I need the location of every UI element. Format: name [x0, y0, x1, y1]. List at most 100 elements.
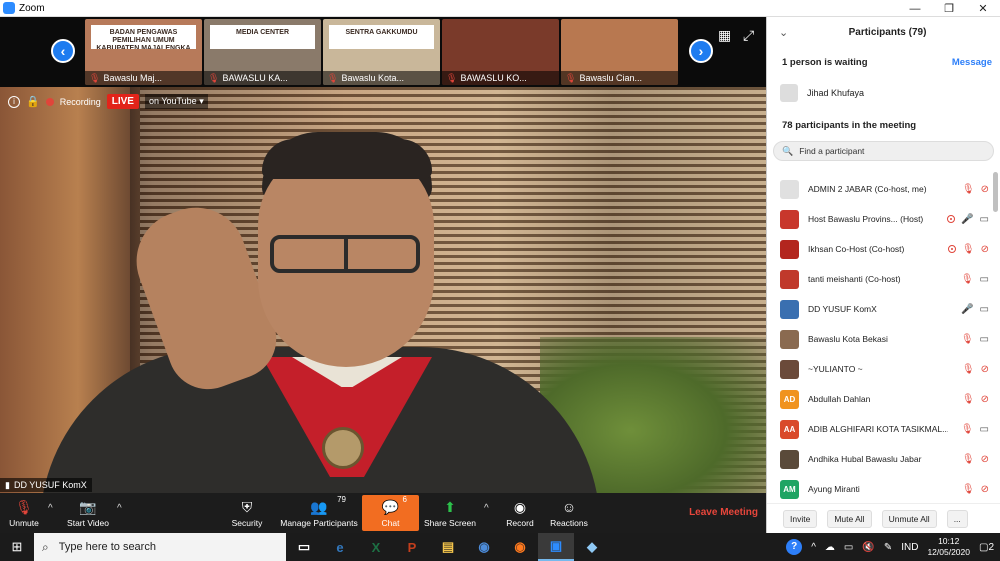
message-waiting-button[interactable]: Message: [952, 57, 992, 68]
leave-meeting-button[interactable]: Leave Meeting: [689, 507, 758, 518]
participant-search-input[interactable]: 🔍 Find a participant: [773, 141, 994, 161]
video-off-icon[interactable]: ⊘: [981, 484, 989, 495]
zoom-icon[interactable]: ▣: [538, 533, 574, 561]
chrome-icon[interactable]: ◉: [466, 533, 502, 561]
video-off-icon[interactable]: ⊘: [981, 394, 989, 405]
video-icon[interactable]: ▭: [980, 424, 989, 435]
participant-row[interactable]: ADMIN 2 JABAR (Co-host, me) 🎙 ⊘: [767, 174, 993, 204]
participant-thumbnail[interactable]: MEDIA CENTER 🎙 BAWASLU KA...: [204, 19, 321, 85]
participant-row[interactable]: AM Ayung Miranti 🎙 ⊘: [767, 474, 993, 504]
participant-row[interactable]: AD Abdullah Dahlan 🎙 ⊘: [767, 384, 993, 414]
gallery-prev-button[interactable]: ‹: [51, 39, 75, 63]
title-bar: Zoom — ❐ ✕: [0, 0, 1000, 17]
chat-button[interactable]: 💬 6 Chat: [362, 495, 419, 531]
excel-icon[interactable]: X: [358, 533, 394, 561]
window-title: Zoom: [19, 2, 45, 14]
security-button[interactable]: ⛨ Security: [228, 495, 266, 531]
muted-mic-icon: 🎙: [89, 73, 101, 83]
maximize-button[interactable]: ❐: [932, 0, 966, 17]
unmute-all-button[interactable]: Unmute All: [881, 509, 937, 528]
participant-row[interactable]: tanti meishanti (Co-host) 🎙 ▭: [767, 264, 993, 294]
help-icon[interactable]: ?: [786, 539, 803, 555]
mute-all-button[interactable]: Mute All: [827, 509, 872, 528]
participant-thumbnail[interactable]: 🎙 Bawaslu Cian...: [561, 19, 678, 85]
participant-thumbnail[interactable]: 🎙 BAWASLU KO...: [442, 19, 559, 85]
close-button[interactable]: ✕: [966, 0, 1000, 17]
manage-participants-button[interactable]: 👥 79 Manage Participants: [278, 495, 360, 531]
participant-row[interactable]: DD YUSUF KomX 🎤 ▭: [767, 294, 993, 324]
muted-mic-icon[interactable]: 🎙: [962, 394, 975, 405]
participant-row[interactable]: Ikhsan Co-Host (Co-host) 🎙 ⊘: [767, 234, 993, 264]
reactions-button[interactable]: ☺ Reactions: [548, 495, 590, 531]
windows-start-icon[interactable]: ⊞: [0, 533, 34, 561]
video-icon[interactable]: ▭: [980, 304, 989, 315]
video-off-icon[interactable]: ⊘: [981, 364, 989, 375]
encryption-lock-icon[interactable]: 🔒: [26, 95, 40, 108]
powerpoint-icon[interactable]: P: [394, 533, 430, 561]
search-icon: 🔍: [782, 145, 794, 156]
share-screen-button[interactable]: ⬆ Share Screen: [424, 495, 476, 531]
participant-name: ADMIN 2 JABAR (Co-host, me): [808, 184, 927, 194]
clock[interactable]: 10:12 12/05/2020: [927, 536, 970, 558]
share-options-chevron-icon[interactable]: ^: [484, 503, 489, 514]
video-off-icon[interactable]: ⊘: [981, 244, 989, 255]
muted-mic-icon[interactable]: 🎙: [961, 424, 974, 435]
collapse-panel-chevron-icon[interactable]: ⌄: [779, 26, 788, 39]
battery-icon[interactable]: ▭: [844, 542, 853, 553]
recording-label: Recording: [59, 96, 101, 107]
participant-row[interactable]: ~YULIANTO ~ 🎙 ⊘: [767, 354, 993, 384]
fullscreen-icon[interactable]: ⤢: [743, 27, 754, 44]
paint-icon[interactable]: ◆: [574, 533, 610, 561]
mic-icon[interactable]: 🎤: [961, 214, 973, 225]
thumbnail-banner: BADAN PENGAWAS PEMILIHAN UMUM KABUPATEN …: [91, 25, 196, 49]
volume-muted-icon[interactable]: 🔇: [862, 542, 874, 553]
participant-row[interactable]: Host Bawaslu Provins... (Host) 🎤 ▭: [767, 204, 993, 234]
video-options-chevron-icon[interactable]: ^: [117, 503, 122, 514]
gallery-next-button[interactable]: ›: [689, 39, 713, 63]
input-language[interactable]: IND: [901, 542, 918, 553]
participant-name: ADIB ALGHIFARI KOTA TASIKMAL...: [808, 424, 948, 434]
invite-button[interactable]: Invite: [783, 509, 818, 528]
speaker-name-tag: ▮ DD YUSUF KomX: [0, 478, 92, 492]
video-icon[interactable]: ▭: [980, 214, 989, 225]
video-off-icon[interactable]: ⊘: [981, 184, 989, 195]
firefox-icon[interactable]: ◉: [502, 533, 538, 561]
participant-name: Abdullah Dahlan: [808, 394, 871, 404]
video-icon[interactable]: ▭: [980, 274, 989, 285]
muted-mic-icon[interactable]: 🎙: [962, 454, 975, 465]
grid-view-icon[interactable]: ▦: [718, 27, 731, 44]
participant-row[interactable]: Andhika Hubal Bawaslu Jabar 🎙 ⊘: [767, 444, 993, 474]
participant-row[interactable]: AA ADIB ALGHIFARI KOTA TASIKMAL... 🎙 ▭: [767, 414, 993, 444]
tray-chevron-icon[interactable]: ^: [811, 542, 816, 553]
minimize-button[interactable]: —: [898, 0, 932, 17]
muted-mic-icon[interactable]: 🎙: [962, 184, 975, 195]
participant-thumbnail[interactable]: SENTRA GAKKUMDU 🎙 Bawaslu Kota...: [323, 19, 440, 85]
muted-mic-icon[interactable]: 🎙: [962, 484, 975, 495]
taskbar-search-input[interactable]: ⌕ Type here to search: [34, 533, 286, 561]
video-off-icon[interactable]: ⊘: [981, 454, 989, 465]
muted-mic-icon[interactable]: 🎙: [962, 244, 975, 255]
more-options-button[interactable]: ...: [946, 509, 968, 528]
edge-icon[interactable]: e: [322, 533, 358, 561]
cloud-icon[interactable]: ☁: [825, 542, 835, 553]
start-video-button[interactable]: 📷 Start Video: [64, 495, 112, 531]
waiting-participant[interactable]: Jihad Khufaya: [767, 77, 1000, 109]
muted-mic-icon[interactable]: 🎙: [961, 334, 974, 345]
participant-row[interactable]: Bawaslu Kota Bekasi 🎙 ▭: [767, 324, 993, 354]
unmute-button[interactable]: 🎙 Unmute: [6, 495, 42, 531]
youtube-stream-dropdown[interactable]: on YouTube ▾: [144, 94, 208, 109]
record-button[interactable]: ◉ Record: [504, 495, 536, 531]
task-view-icon[interactable]: ▭: [286, 533, 322, 561]
notifications-icon[interactable]: ▢2: [979, 542, 994, 553]
mic-icon[interactable]: 🎤: [961, 304, 973, 315]
audio-options-chevron-icon[interactable]: ^: [48, 503, 53, 514]
meeting-info-icon[interactable]: i: [8, 95, 20, 108]
muted-mic-icon[interactable]: 🎙: [961, 274, 974, 285]
participant-list-scrollbar[interactable]: [993, 172, 998, 212]
pen-icon[interactable]: ✎: [884, 542, 892, 553]
participant-thumbnail[interactable]: BADAN PENGAWAS PEMILIHAN UMUM KABUPATEN …: [85, 19, 202, 85]
file-explorer-icon[interactable]: ▤: [430, 533, 466, 561]
muted-mic-icon[interactable]: 🎙: [962, 364, 975, 375]
participant-name: DD YUSUF KomX: [808, 304, 877, 314]
video-icon[interactable]: ▭: [980, 334, 989, 345]
